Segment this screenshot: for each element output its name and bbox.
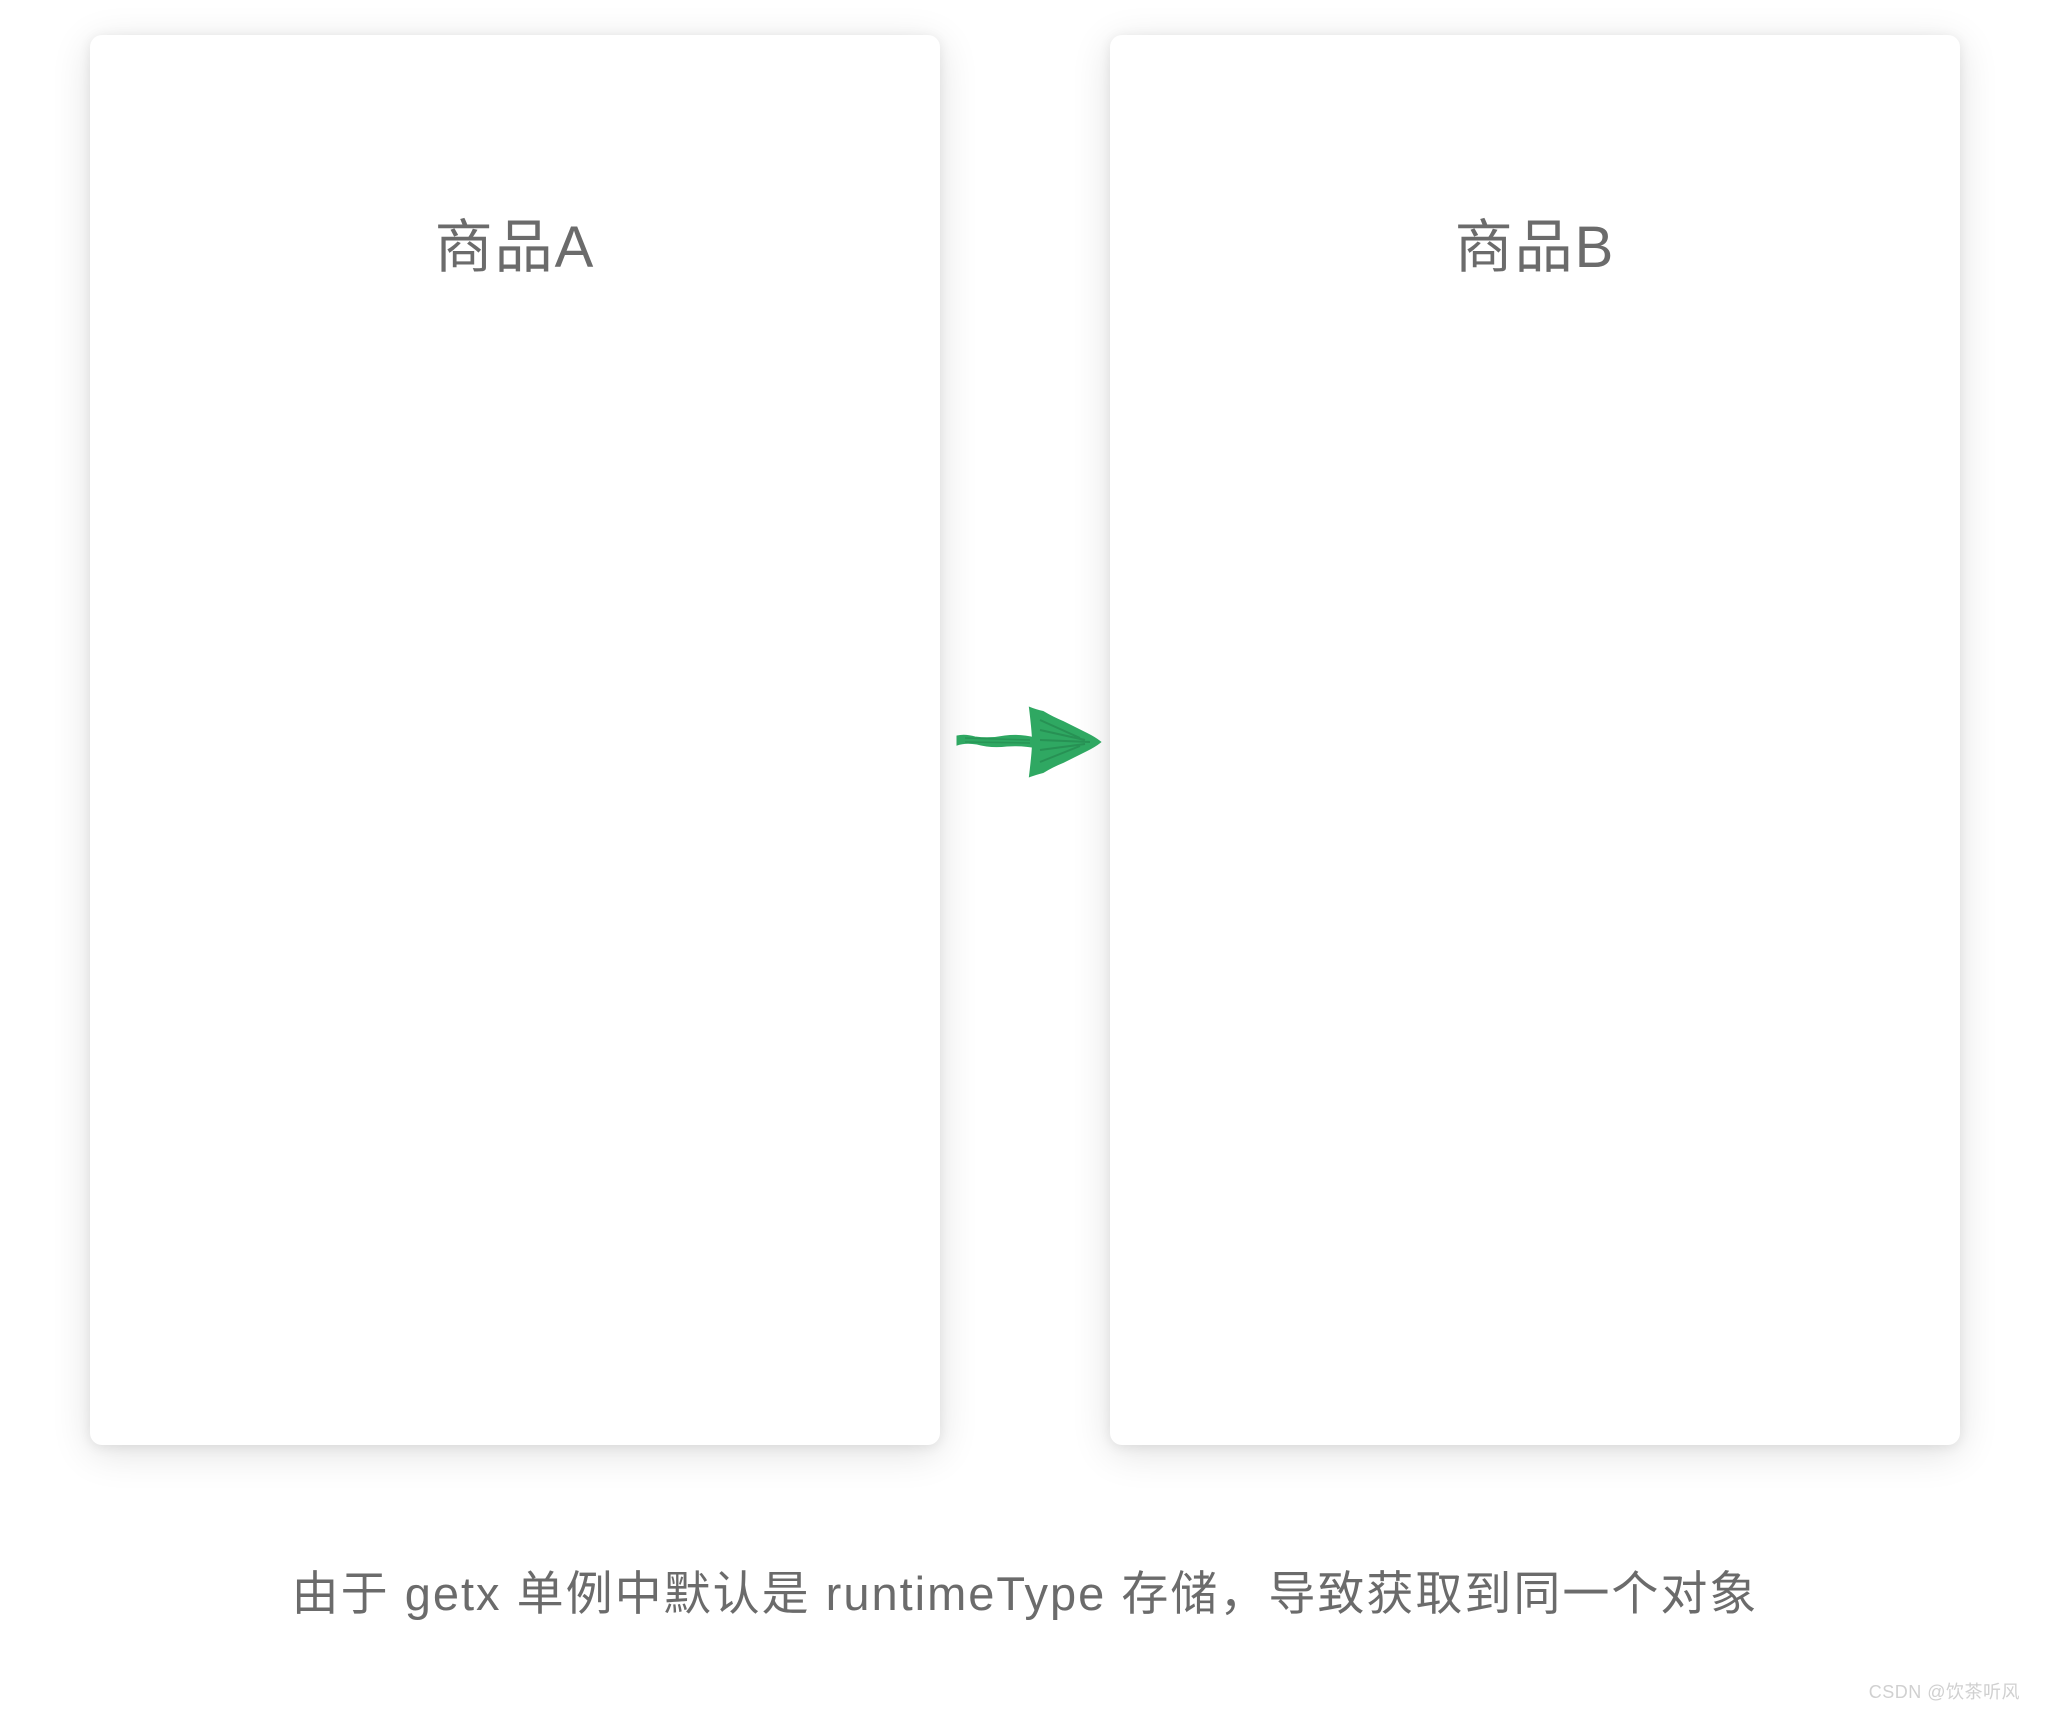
panels-row: 商品A 商品B bbox=[0, 35, 2050, 1445]
diagram-caption: 由于 getx 单例中默认是 runtimeType 存储，导致获取到同一个对象 bbox=[292, 1555, 1759, 1624]
diagram-container: 商品A 商品B 由于 getx 单例中默认是 runtimeType 存储 bbox=[0, 0, 2050, 1722]
panel-right-title: 商品B bbox=[1455, 200, 1616, 1445]
arrow-container bbox=[925, 670, 1125, 810]
watermark: CSDN @饮茶听风 bbox=[1869, 1678, 2020, 1704]
panel-left-title: 商品A bbox=[435, 200, 596, 1445]
arrow-right-icon bbox=[935, 680, 1115, 800]
panel-right: 商品B bbox=[1110, 35, 1960, 1445]
panel-left: 商品A bbox=[90, 35, 940, 1445]
